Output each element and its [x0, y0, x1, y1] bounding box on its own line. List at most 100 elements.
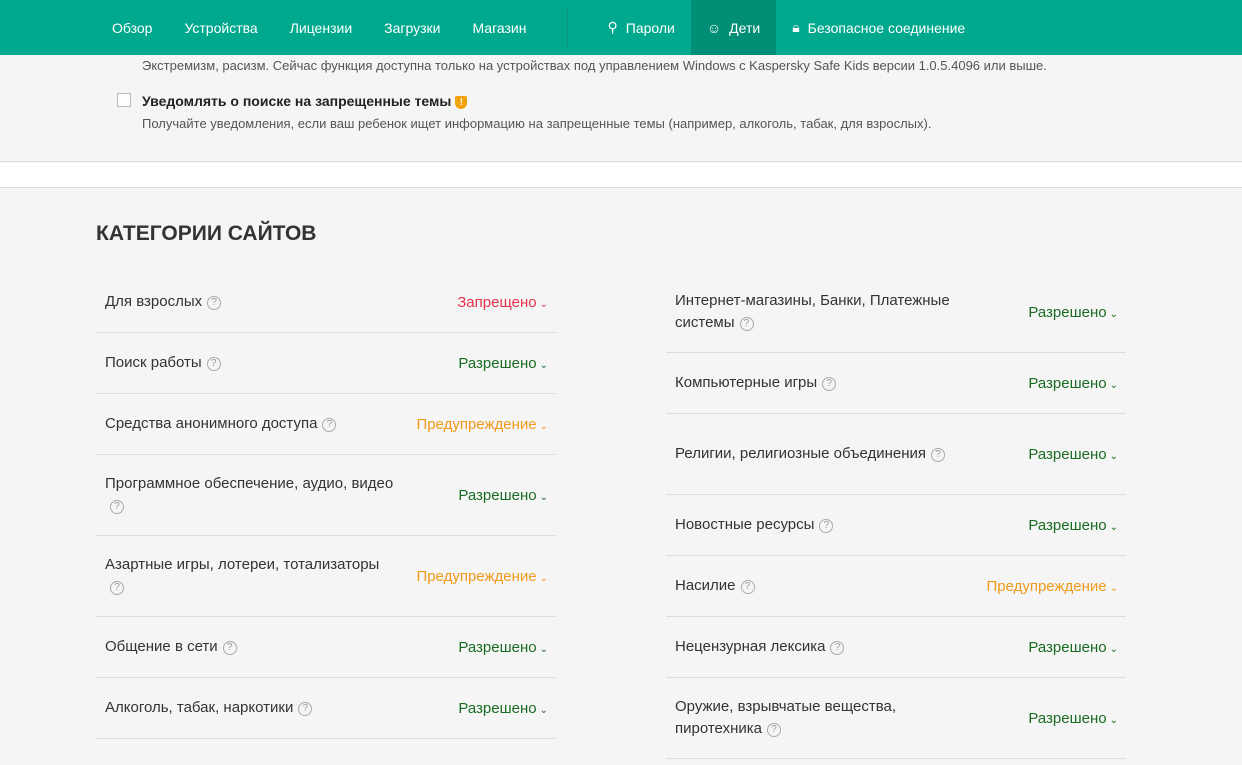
nav-devices[interactable]: Устройства	[168, 0, 273, 55]
category-row: Оружие, взрывчатые вещества, пиротехника…	[666, 678, 1126, 759]
category-row: Программное обеспечение, аудио, видео? Р…	[96, 455, 556, 536]
nav-secure-connection[interactable]: 🔒︎ Безопасное соединение	[776, 0, 981, 55]
category-status-dropdown[interactable]: Разрешено ⌄	[1028, 639, 1118, 656]
category-status-dropdown[interactable]: Разрешено ⌄	[458, 487, 548, 504]
category-row: Для взрослых? Запрещено ⌄	[96, 272, 556, 333]
category-status-dropdown[interactable]: Разрешено ⌄	[458, 355, 548, 372]
category-status-text: Разрешено	[1028, 709, 1107, 727]
category-status-text: Разрешено	[1028, 303, 1107, 321]
notify-search-label: Уведомлять о поиске на запрещенные темы!	[142, 93, 468, 109]
help-icon[interactable]: ?	[206, 357, 221, 371]
divider-band	[0, 163, 1242, 188]
help-icon[interactable]: ?	[298, 702, 313, 716]
category-name-text: Поиск работы	[105, 354, 202, 371]
nav-kids[interactable]: ☺ Дети	[690, 0, 777, 55]
help-icon[interactable]: ?	[766, 723, 781, 737]
nav-store[interactable]: Магазин	[456, 0, 542, 55]
category-status-text: Предупреждение	[416, 415, 537, 433]
category-name: Азартные игры, лотереи, тотализаторы?	[105, 554, 395, 598]
category-status-dropdown[interactable]: Разрешено ⌄	[1028, 446, 1118, 463]
category-status-text: Разрешено	[458, 638, 537, 656]
category-name-text: Азартные игры, лотереи, тотализаторы	[105, 556, 380, 573]
nav-passwords[interactable]: ⚲ Пароли	[592, 0, 691, 55]
category-row: Средства анонимного доступа? Предупрежде…	[96, 394, 556, 455]
category-name: Поиск работы?	[105, 352, 221, 374]
category-status-dropdown[interactable]: Разрешено ⌄	[1028, 517, 1118, 534]
category-status-dropdown[interactable]: Разрешено ⌄	[1028, 375, 1118, 392]
category-name-text: Насилие	[675, 577, 736, 594]
kid-face-icon: ☺	[706, 19, 722, 36]
help-icon[interactable]: ?	[207, 296, 222, 310]
category-row: Новостные ресурсы? Разрешено ⌄	[666, 495, 1126, 556]
category-status-text: Разрешено	[1028, 445, 1107, 463]
categories-right-column: Интернет-магазины, Банки, Платежные сист…	[666, 272, 1126, 759]
help-icon[interactable]: ?	[739, 317, 754, 331]
category-name: Новостные ресурсы?	[675, 514, 834, 536]
category-name-text: Алкоголь, табак, наркотики	[105, 699, 294, 716]
category-status-dropdown[interactable]: Предупреждение ⌄	[416, 416, 548, 433]
chevron-down-icon: ⌄	[1109, 308, 1118, 320]
category-status-text: Разрешено	[458, 486, 537, 504]
chevron-down-icon: ⌄	[539, 298, 548, 310]
category-status-dropdown[interactable]: Разрешено ⌄	[1028, 710, 1118, 727]
category-name: Средства анонимного доступа?	[105, 413, 337, 435]
category-status-text: Предупреждение	[416, 567, 537, 585]
key-icon: ⚲	[607, 19, 618, 35]
category-status-dropdown[interactable]: Предупреждение ⌄	[416, 568, 548, 585]
help-icon[interactable]: ?	[222, 641, 237, 655]
help-icon[interactable]: ?	[740, 580, 755, 594]
chevron-down-icon: ⌄	[539, 643, 548, 655]
category-name-text: Программное обеспечение, аудио, видео	[105, 475, 394, 492]
help-icon[interactable]: ?	[822, 377, 837, 391]
chevron-down-icon: ⌄	[1109, 521, 1118, 533]
category-row: Интернет-магазины, Банки, Платежные сист…	[666, 272, 1126, 353]
category-status-dropdown[interactable]: Запрещено ⌄	[457, 294, 548, 311]
category-row: Нецензурная лексика? Разрешено ⌄	[666, 617, 1126, 678]
help-icon[interactable]: ?	[110, 500, 124, 514]
help-icon[interactable]: ?	[110, 581, 124, 595]
nav-passwords-label: Пароли	[625, 19, 675, 36]
category-name: Программное обеспечение, аудио, видео?	[105, 473, 395, 517]
category-name: Религии, религиозные объединения?	[675, 443, 946, 465]
feature-note: Экстремизм, расизм. Сейчас функция досту…	[142, 58, 1047, 73]
help-icon[interactable]: ?	[931, 448, 946, 462]
nav-secure-label: Безопасное соединение	[807, 19, 966, 36]
category-row: Религии, религиозные объединения? Разреш…	[666, 414, 1126, 495]
category-name-text: Интернет-магазины, Банки, Платежные сист…	[675, 292, 950, 331]
category-name-text: Общение в сети	[105, 638, 218, 655]
notify-search-checkbox[interactable]	[117, 93, 131, 107]
category-name-text: Компьютерные игры	[675, 374, 818, 391]
category-name: Компьютерные игры?	[675, 372, 837, 394]
chevron-down-icon: ⌄	[1109, 582, 1118, 594]
nav-kids-label: Дети	[729, 19, 761, 36]
chevron-down-icon: ⌄	[1109, 714, 1118, 726]
category-name: Насилие?	[675, 575, 755, 597]
help-icon[interactable]: ?	[830, 641, 845, 655]
category-name: Общение в сети?	[105, 636, 237, 658]
premium-shield-icon: !	[455, 95, 468, 109]
category-row: Общение в сети? Разрешено ⌄	[96, 617, 556, 678]
nav-licenses[interactable]: Лицензии	[274, 0, 368, 55]
help-icon[interactable]: ?	[819, 519, 834, 533]
category-row: Алкоголь, табак, наркотики? Разрешено ⌄	[96, 678, 556, 739]
category-name-text: Новостные ресурсы	[675, 516, 815, 533]
nav-downloads[interactable]: Загрузки	[368, 0, 456, 55]
category-status-text: Запрещено	[457, 293, 537, 311]
category-status-dropdown[interactable]: Предупреждение ⌄	[986, 578, 1118, 595]
category-row: Насилие? Предупреждение ⌄	[666, 556, 1126, 617]
category-status-dropdown[interactable]: Разрешено ⌄	[458, 700, 548, 717]
category-status-dropdown[interactable]: Разрешено ⌄	[458, 639, 548, 656]
category-status-text: Разрешено	[1028, 516, 1107, 534]
help-icon[interactable]: ?	[322, 418, 337, 432]
top-nav: Обзор Устройства Лицензии Загрузки Магаз…	[0, 0, 1242, 55]
category-row: Компьютерные игры? Разрешено ⌄	[666, 353, 1126, 414]
nav-overview[interactable]: Обзор	[96, 0, 168, 55]
category-status-dropdown[interactable]: Разрешено ⌄	[1028, 304, 1118, 321]
chevron-down-icon: ⌄	[539, 572, 548, 584]
nav-divider	[566, 7, 568, 48]
chevron-down-icon: ⌄	[1109, 450, 1118, 462]
search-notify-section: Экстремизм, расизм. Сейчас функция досту…	[0, 55, 1242, 162]
chevron-down-icon: ⌄	[539, 491, 548, 503]
notify-search-desc: Получайте уведомления, если ваш ребенок …	[142, 116, 932, 131]
category-name-text: Для взрослых	[105, 293, 203, 310]
